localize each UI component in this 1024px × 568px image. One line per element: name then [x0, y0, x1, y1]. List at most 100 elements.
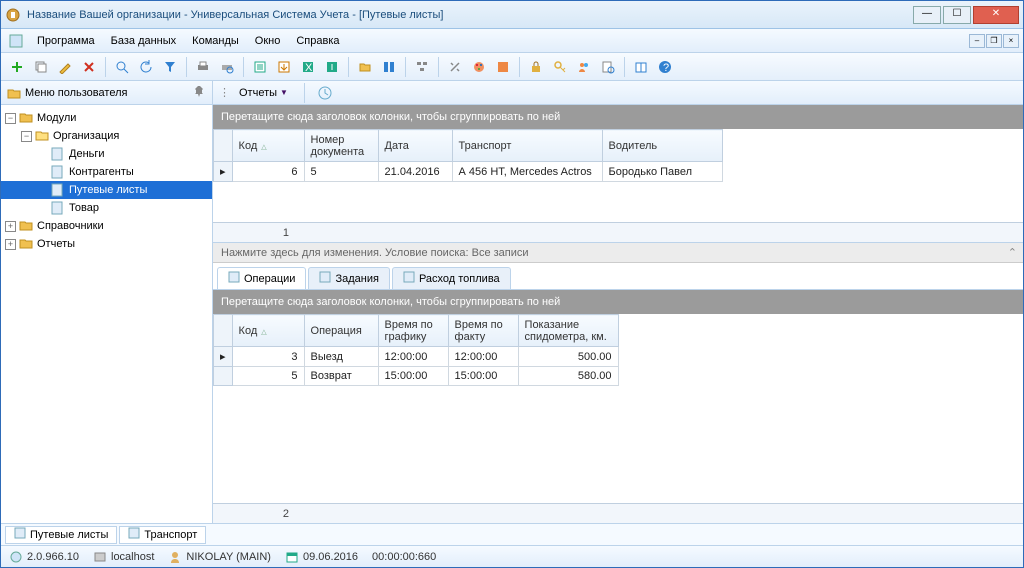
row-indicator: ▸: [214, 347, 233, 367]
doctab-transport[interactable]: Транспорт: [119, 526, 206, 544]
copy-icon[interactable]: [31, 57, 51, 77]
doctab-waybills[interactable]: Путевые листы: [5, 526, 117, 544]
excel-import-icon[interactable]: [322, 57, 342, 77]
detail-grid-area: Перетащите сюда заголовок колонки, чтобы…: [213, 289, 1023, 523]
sidebar-header: Меню пользователя: [1, 81, 212, 105]
detail-tabs: Операции Задания Расход топлива: [213, 263, 1023, 289]
expand-icon[interactable]: +: [5, 221, 16, 232]
collapse-icon[interactable]: −: [21, 131, 32, 142]
main-window: Название Вашей организации - Универсальн…: [0, 0, 1024, 568]
menu-commands[interactable]: Команды: [184, 33, 247, 49]
app-icon: [5, 7, 21, 23]
delete-icon[interactable]: [79, 57, 99, 77]
tab-fuel[interactable]: Расход топлива: [392, 267, 511, 289]
svg-text:X: X: [305, 62, 313, 74]
settings-icon[interactable]: [445, 57, 465, 77]
table-header-row: Код△ Операция Время по графику Время по …: [214, 315, 619, 347]
tab-tasks[interactable]: Задания: [308, 267, 389, 289]
detail-grid[interactable]: Код△ Операция Время по графику Время по …: [213, 314, 1023, 503]
collapse-icon[interactable]: −: [5, 113, 16, 124]
tree-organization[interactable]: − Организация: [1, 127, 212, 145]
help-icon[interactable]: ?: [655, 57, 675, 77]
table-row[interactable]: ▸ 6 5 21.04.2016 А 456 НТ, Mercedes Actr…: [214, 162, 723, 182]
import-icon[interactable]: [274, 57, 294, 77]
menu-window[interactable]: Окно: [247, 33, 289, 49]
sidebar-title: Меню пользователя: [25, 87, 127, 99]
calendar-icon: [285, 550, 299, 564]
lock-icon[interactable]: [526, 57, 546, 77]
menu-program[interactable]: Программа: [29, 33, 103, 49]
table-row[interactable]: ▸ 3 Выезд 12:00:00 12:00:00 500.00: [214, 347, 619, 367]
document-icon: [14, 527, 26, 542]
collapse-up-icon[interactable]: ⌃: [1008, 246, 1017, 259]
titlebar: Название Вашей организации - Универсальн…: [1, 1, 1023, 29]
edit-icon[interactable]: [55, 57, 75, 77]
book-icon[interactable]: [631, 57, 651, 77]
status-version: 2.0.966.10: [9, 550, 79, 564]
minimize-button[interactable]: —: [913, 6, 941, 24]
export-icon[interactable]: [250, 57, 270, 77]
table-row[interactable]: 5 Возврат 15:00:00 15:00:00 580.00: [214, 367, 619, 386]
col-docnum[interactable]: Номер документа: [304, 130, 378, 162]
print-preview-icon[interactable]: [217, 57, 237, 77]
document-icon: [228, 271, 240, 286]
detail-group-panel[interactable]: Перетащите сюда заголовок колонки, чтобы…: [213, 290, 1023, 314]
col-operation[interactable]: Операция: [304, 315, 378, 347]
theme-icon[interactable]: [493, 57, 513, 77]
tree-waybills[interactable]: Путевые листы: [1, 181, 212, 199]
tree-reports[interactable]: + Отчеты: [1, 235, 212, 253]
pin-icon[interactable]: [194, 85, 206, 100]
tree-modules[interactable]: − Модули: [1, 109, 212, 127]
clock-icon[interactable]: [315, 83, 335, 103]
content: ⋮ Отчеты ▼ Перетащите сюда заголовок кол…: [213, 81, 1023, 523]
excel-export-icon[interactable]: X: [298, 57, 318, 77]
expand-icon[interactable]: +: [5, 239, 16, 250]
folder-icon[interactable]: [355, 57, 375, 77]
key-icon[interactable]: [550, 57, 570, 77]
master-grid[interactable]: Код△ Номер документа Дата Транспорт Води…: [213, 129, 1023, 222]
document-icon: [319, 271, 331, 286]
status-host: localhost: [93, 550, 154, 564]
master-grid-area: Перетащите сюда заголовок колонки, чтобы…: [213, 105, 1023, 243]
tab-operations[interactable]: Операции: [217, 267, 306, 289]
status-time: 00:00:00:660: [372, 551, 436, 563]
tree-dictionaries[interactable]: + Справочники: [1, 217, 212, 235]
col-transport[interactable]: Транспорт: [452, 130, 602, 162]
table-header-row: Код△ Номер документа Дата Транспорт Води…: [214, 130, 723, 162]
detail-grid-footer: 2: [213, 503, 1023, 523]
row-indicator: ▸: [214, 162, 233, 182]
col-odometer[interactable]: Показание спидометра, км.: [518, 315, 618, 347]
tree-view-icon[interactable]: [412, 57, 432, 77]
refresh-icon[interactable]: [136, 57, 156, 77]
menu-database[interactable]: База данных: [103, 33, 185, 49]
tree-goods[interactable]: Товар: [1, 199, 212, 217]
menu-help[interactable]: Справка: [288, 33, 347, 49]
filter-icon[interactable]: [160, 57, 180, 77]
print-icon[interactable]: [193, 57, 213, 77]
tree-money[interactable]: Деньги: [1, 145, 212, 163]
maximize-button[interactable]: ☐: [943, 6, 971, 24]
palette-icon[interactable]: [469, 57, 489, 77]
statusbar: 2.0.966.10 localhost NIKOLAY (MAIN) 09.0…: [1, 545, 1023, 567]
reports-dropdown[interactable]: Отчеты ▼: [233, 85, 294, 101]
col-schedule-time[interactable]: Время по графику: [378, 315, 448, 347]
mdi-restore[interactable]: ❐: [986, 34, 1002, 48]
users-icon[interactable]: [574, 57, 594, 77]
col-date[interactable]: Дата: [378, 130, 452, 162]
col-driver[interactable]: Водитель: [602, 130, 722, 162]
audit-icon[interactable]: [598, 57, 618, 77]
tree-contragents[interactable]: Контрагенты: [1, 163, 212, 181]
col-code[interactable]: Код△: [232, 130, 304, 162]
group-panel[interactable]: Перетащите сюда заголовок колонки, чтобы…: [213, 105, 1023, 129]
mdi-close[interactable]: ×: [1003, 34, 1019, 48]
col-code[interactable]: Код△: [232, 315, 304, 347]
mdi-minimize[interactable]: –: [969, 34, 985, 48]
add-icon[interactable]: [7, 57, 27, 77]
filter-row[interactable]: Нажмите здесь для изменения. Условие пои…: [213, 243, 1023, 263]
document-icon: [51, 183, 65, 197]
col-actual-time[interactable]: Время по факту: [448, 315, 518, 347]
close-button[interactable]: ✕: [973, 6, 1019, 24]
master-grid-footer: 1: [213, 222, 1023, 242]
columns-icon[interactable]: [379, 57, 399, 77]
search-icon[interactable]: [112, 57, 132, 77]
